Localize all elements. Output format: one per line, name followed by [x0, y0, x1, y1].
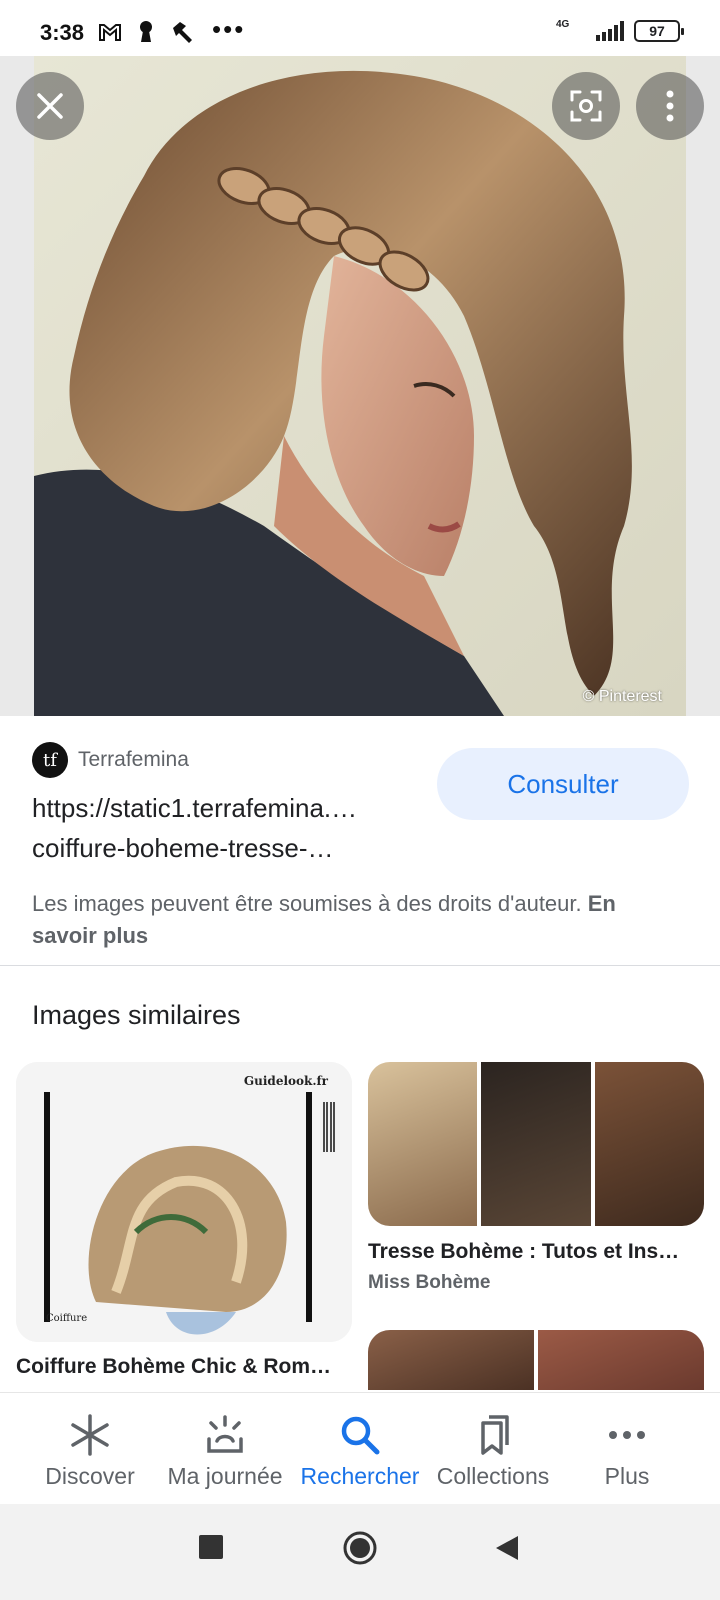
- asterisk-icon: [71, 1414, 109, 1456]
- hero-image-viewer: © Pinterest: [0, 56, 720, 716]
- battery-level: 97: [649, 23, 665, 39]
- more-vertical-icon: [666, 90, 674, 122]
- sunrise-icon: [207, 1415, 243, 1453]
- nav-discover[interactable]: Discover: [30, 1393, 150, 1505]
- lens-button[interactable]: [552, 72, 620, 140]
- source-url-line1: https://static1.terrafemina.…: [32, 793, 358, 823]
- similar-image-2-source: Miss Bohème: [368, 1272, 491, 1293]
- back-triangle-icon: [496, 1536, 518, 1560]
- consult-button[interactable]: Consulter: [437, 748, 689, 820]
- similar-image-2-panel-3: [594, 1062, 704, 1226]
- similar-image-2-panel-2: [481, 1062, 591, 1226]
- bookmarks-icon: [481, 1415, 509, 1455]
- similar-image-2[interactable]: [368, 1062, 704, 1226]
- similar-image-3-panel-2: [538, 1330, 704, 1390]
- similar-images-heading: Images similaires: [32, 1000, 241, 1030]
- home-button[interactable]: [342, 1530, 378, 1571]
- similar-image-3-panel-1: [368, 1330, 534, 1390]
- copyright-notice: Les images peuvent être soumises à des d…: [32, 888, 672, 952]
- nav-collections-label: Collections: [436, 1463, 550, 1489]
- nav-rechercher[interactable]: Rechercher: [292, 1393, 428, 1505]
- image-credit: © Pinterest: [582, 688, 662, 705]
- nav-collections[interactable]: Collections: [428, 1393, 558, 1505]
- similar-image-2-panel-1: [368, 1062, 478, 1226]
- source-url-line2: coiffure-boheme-tresse-…: [32, 833, 334, 863]
- close-button[interactable]: [16, 72, 84, 140]
- similar-image-1-title[interactable]: Coiffure Bohème Chic & Rom…: [16, 1355, 336, 1379]
- close-icon: [37, 93, 63, 119]
- similar-image-2-title[interactable]: Tresse Bohème : Tutos et Ins…: [368, 1240, 688, 1264]
- similar-image-1-watermark: Guidelook.fr: [243, 1074, 328, 1088]
- bottom-navigation: Discover Ma journée Rechercher Collectio…: [0, 1392, 720, 1504]
- nav-plus[interactable]: Plus: [572, 1393, 682, 1505]
- lens-icon: [570, 90, 602, 122]
- recents-button[interactable]: [198, 1534, 224, 1565]
- status-icons-left: [98, 20, 194, 44]
- more-dots-icon: •••: [212, 14, 246, 44]
- system-navigation-bar: [0, 1504, 720, 1600]
- network-label: 4G: [556, 19, 570, 30]
- similar-image-3[interactable]: [368, 1330, 704, 1390]
- copyright-text: Les images peuvent être soumises à des d…: [32, 891, 582, 916]
- similar-image-1[interactable]: Guidelook.fr Coiffure: [16, 1062, 352, 1342]
- more-options-button[interactable]: [636, 72, 704, 140]
- battery-icon: 97: [634, 20, 684, 42]
- search-icon: [341, 1416, 380, 1455]
- more-horizontal-icon: [609, 1431, 645, 1439]
- keyhole-icon: [134, 20, 158, 44]
- signal-icon: 4G: [556, 19, 624, 41]
- source-url[interactable]: https://static1.terrafemina.… coiffure-b…: [32, 788, 412, 868]
- nav-rechercher-label: Rechercher: [300, 1463, 420, 1489]
- square-icon: [199, 1535, 223, 1559]
- nav-ma-journee[interactable]: Ma journée: [160, 1393, 290, 1505]
- source-logo: tf: [32, 742, 68, 778]
- source-name[interactable]: Terrafemina: [78, 748, 189, 772]
- back-button[interactable]: [494, 1534, 520, 1567]
- hammer-icon: [170, 20, 194, 44]
- status-time: 3:38: [40, 20, 85, 45]
- hero-photo[interactable]: [34, 56, 686, 716]
- gmail-icon: [98, 20, 122, 44]
- nav-discover-label: Discover: [45, 1463, 135, 1489]
- similar-image-1-caption: Coiffure: [46, 1313, 88, 1324]
- home-circle-icon: [343, 1531, 377, 1565]
- nav-ma-journee-label: Ma journée: [167, 1463, 283, 1489]
- status-right: 4G 97: [556, 19, 684, 42]
- status-bar: 3:38 ••• 4G 97: [0, 0, 720, 56]
- nav-plus-label: Plus: [604, 1463, 650, 1489]
